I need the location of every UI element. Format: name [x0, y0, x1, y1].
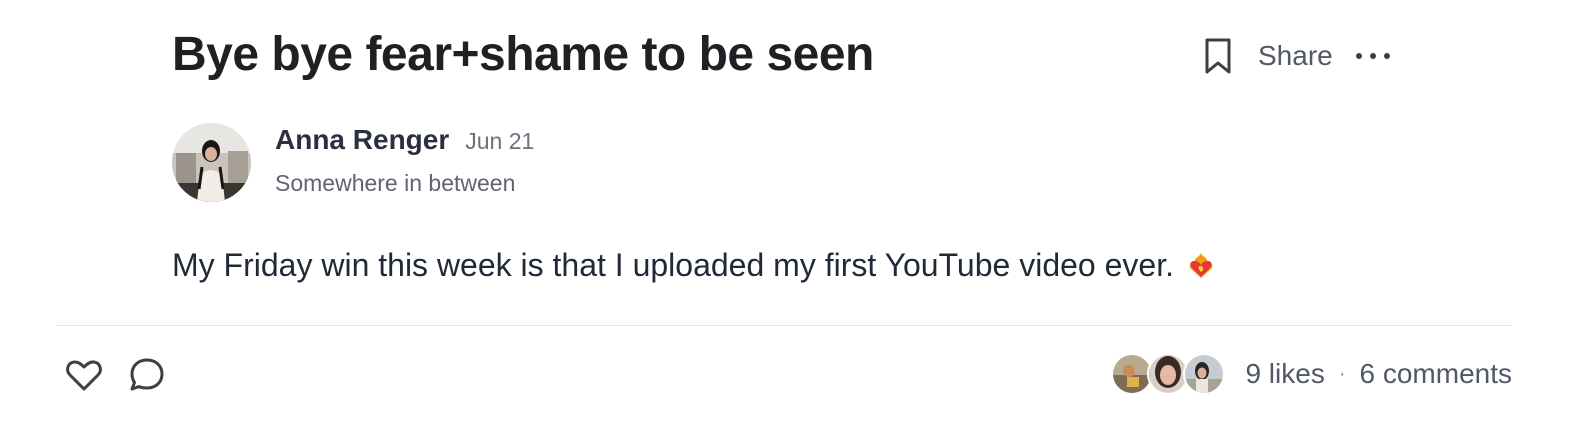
- likes-count[interactable]: 9 likes: [1245, 358, 1324, 390]
- comment-button[interactable]: [127, 355, 167, 395]
- post-body-text: My Friday win this week is that I upload…: [172, 247, 1174, 283]
- like-button[interactable]: [64, 355, 104, 395]
- comments-count[interactable]: 6 comments: [1360, 358, 1513, 390]
- author-avatar-image: [172, 123, 251, 202]
- post-body: My Friday win this week is that I upload…: [172, 243, 1216, 287]
- author-line: Anna Renger Jun 21: [275, 124, 534, 164]
- post-actions: Share: [1198, 30, 1393, 82]
- author-avatar[interactable]: [172, 123, 251, 202]
- heart-on-fire-emoji-icon: [1189, 253, 1213, 278]
- post-date: Jun 21: [465, 128, 535, 154]
- author-name[interactable]: Anna Renger: [275, 124, 449, 156]
- footer-divider: [56, 325, 1512, 326]
- author-subtitle: Somewhere in between: [275, 170, 516, 196]
- more-options-button[interactable]: [1353, 30, 1393, 82]
- liker-avatars[interactable]: [1111, 353, 1226, 395]
- bookmark-button[interactable]: [1198, 30, 1238, 82]
- stats-separator: ·: [1338, 362, 1346, 385]
- post-page: Bye bye fear+shame to be seen Share Anna…: [0, 0, 1584, 432]
- share-button[interactable]: Share: [1258, 40, 1333, 72]
- comment-bubble-icon: [130, 358, 164, 391]
- post-title: Bye bye fear+shame to be seen: [172, 28, 874, 81]
- heart-icon: [66, 360, 102, 391]
- more-horizontal-icon: [1355, 53, 1390, 59]
- post-stats: 9 likes · 6 comments: [1111, 352, 1512, 396]
- bookmark-icon: [1205, 38, 1231, 74]
- liker-avatar: [1183, 353, 1226, 395]
